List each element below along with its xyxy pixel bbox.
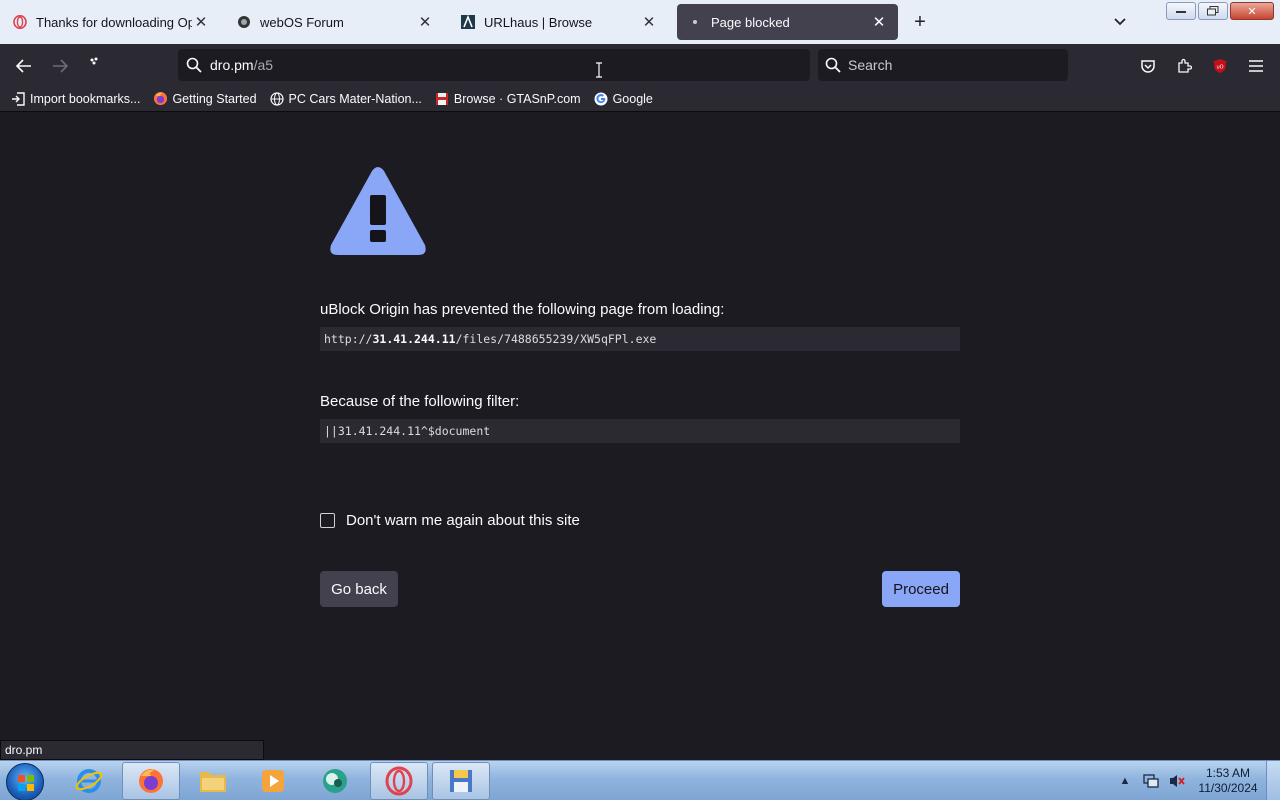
filter-heading: Because of the following filter:	[320, 393, 520, 410]
tab-opera-download[interactable]: Thanks for downloading Opera ✕	[2, 4, 220, 40]
extensions-icon[interactable]	[1170, 52, 1198, 80]
tab-label: Page blocked	[711, 14, 790, 30]
dont-warn-row[interactable]: Don't warn me again about this site	[320, 512, 580, 529]
tab-urlhaus[interactable]: URLhaus | Browse ✕	[450, 4, 668, 40]
forward-arrow-icon[interactable]	[46, 52, 74, 80]
url-rest: /files/7488655239/XW5qFPl.exe	[455, 332, 657, 346]
clock-time: 1:53 AM	[1205, 766, 1251, 780]
url-bar[interactable]: dro.pm/a5	[178, 49, 810, 81]
bookmark-label: Getting Started	[172, 91, 257, 106]
search-placeholder: Search	[848, 57, 893, 73]
bookmarks-toolbar: Import bookmarks... Getting Started PC C…	[0, 86, 1280, 112]
tab-label: Thanks for downloading Opera	[36, 14, 192, 30]
bookmark-getting-started[interactable]: Getting Started	[152, 91, 257, 107]
blocked-heading: uBlock Origin has prevented the followin…	[320, 301, 725, 318]
pocket-icon[interactable]	[1134, 52, 1162, 80]
clock-date: 11/30/2024	[1198, 781, 1258, 795]
bookmark-pc-cars[interactable]: PC Cars Mater-Nation...	[269, 91, 422, 107]
ublock-origin-icon[interactable]: uO	[1206, 52, 1234, 80]
warning-icon	[328, 165, 428, 257]
forum-icon	[236, 14, 252, 30]
bookmark-label: PC Cars Mater-Nation...	[288, 91, 422, 106]
opera-icon	[12, 14, 28, 30]
google-icon	[593, 91, 609, 107]
dont-warn-label: Don't warn me again about this site	[346, 512, 580, 529]
clock[interactable]: 1:53 AM 11/30/2024	[1190, 766, 1266, 796]
tab-strip: Thanks for downloading Opera ✕ webOS For…	[0, 0, 1280, 44]
floppy-icon	[434, 91, 450, 107]
bookmark-label: Browse · GTASnP.com	[453, 91, 581, 106]
blocked-url: http://31.41.244.11/files/7488655239/XW5…	[320, 327, 960, 351]
internet-explorer-icon[interactable]	[60, 762, 118, 800]
tab-label: URLhaus | Browse	[484, 14, 593, 30]
save-app-icon[interactable]	[432, 762, 490, 800]
show-desktop-button[interactable]	[1266, 761, 1280, 800]
svg-text:uO: uO	[1216, 65, 1223, 71]
dont-warn-checkbox[interactable]	[320, 513, 335, 528]
search-input[interactable]: Search	[818, 49, 1068, 81]
back-arrow-icon[interactable]	[10, 52, 38, 80]
filter-rule: ||31.41.244.11^$document	[320, 419, 960, 443]
bookmark-google[interactable]: Google	[593, 91, 653, 107]
bookmark-label: Google	[612, 91, 653, 106]
url-path: /a5	[253, 57, 274, 73]
tab-page-blocked[interactable]: Page blocked ✕	[677, 4, 898, 40]
tab-webos-forum[interactable]: webOS Forum ✕	[226, 4, 444, 40]
chevron-down-icon[interactable]	[1108, 10, 1132, 34]
file-explorer-icon[interactable]	[184, 762, 242, 800]
close-icon[interactable]: ✕	[870, 13, 888, 31]
new-tab-button[interactable]: +	[908, 10, 932, 34]
url-prefix: http://	[324, 332, 373, 346]
urlhaus-icon	[460, 14, 476, 30]
browser-window: Thanks for downloading Opera ✕ webOS For…	[0, 0, 1280, 800]
loading-icon[interactable]	[80, 48, 108, 76]
action-center-icon[interactable]	[1142, 772, 1160, 790]
text-cursor-icon	[596, 62, 602, 78]
globe-icon	[269, 91, 285, 107]
search-icon	[818, 57, 848, 73]
close-icon[interactable]: ✕	[192, 13, 210, 31]
chevron-up-icon[interactable]: ▲	[1116, 772, 1134, 790]
close-icon[interactable]: ✕	[416, 13, 434, 31]
url-host: 31.41.244.11	[372, 332, 456, 346]
close-icon[interactable]: ✕	[640, 13, 658, 31]
menu-icon[interactable]	[1242, 52, 1270, 80]
dot-icon	[687, 14, 703, 30]
search-icon	[178, 57, 210, 73]
system-tray: ▲ 1:53 AM 11/30/2024	[1112, 761, 1280, 800]
firefox-taskbar-icon[interactable]	[122, 762, 180, 800]
restore-button[interactable]	[1198, 2, 1228, 20]
url-host: dro.pm	[210, 57, 254, 73]
go-back-button[interactable]: Go back	[320, 571, 398, 607]
minimize-button[interactable]	[1166, 2, 1196, 20]
nav-toolbar: dro.pm/a5 Search uO	[0, 44, 1280, 86]
volume-muted-icon[interactable]	[1168, 772, 1186, 790]
opera-taskbar-icon[interactable]	[370, 762, 428, 800]
start-button[interactable]	[6, 763, 44, 800]
status-link-preview: dro.pm	[0, 740, 264, 760]
tab-label: webOS Forum	[260, 14, 344, 30]
bookmark-import[interactable]: Import bookmarks...	[10, 91, 140, 107]
taskbar: ▲ 1:53 AM 11/30/2024	[0, 760, 1280, 800]
media-player-icon[interactable]	[244, 762, 302, 800]
bookmark-label: Import bookmarks...	[30, 91, 141, 106]
firefox-icon	[152, 91, 168, 107]
messenger-icon[interactable]	[306, 762, 364, 800]
close-window-button[interactable]: ✕	[1230, 2, 1274, 20]
blocked-page: uBlock Origin has prevented the followin…	[0, 113, 1280, 740]
import-icon	[10, 91, 26, 107]
proceed-button[interactable]: Proceed	[882, 571, 960, 607]
window-controls: ✕	[1164, 2, 1274, 20]
bookmark-gtasnp[interactable]: Browse · GTASnP.com	[434, 91, 581, 107]
